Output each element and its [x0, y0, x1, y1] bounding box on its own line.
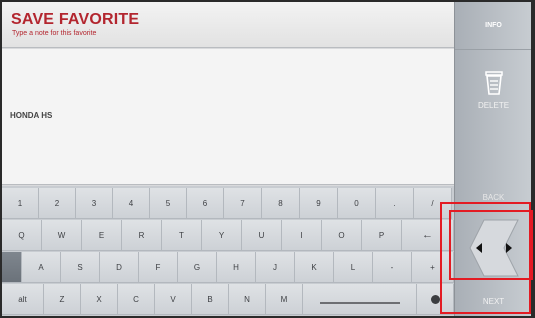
key-m[interactable]: M: [266, 284, 303, 315]
key-e[interactable]: E: [82, 220, 122, 251]
info-label: INFO: [485, 22, 502, 29]
key-q[interactable]: Q: [2, 220, 42, 251]
key-f[interactable]: F: [139, 252, 178, 283]
shift-key[interactable]: [2, 252, 22, 283]
next-button[interactable]: NEXT: [455, 290, 531, 312]
key-k[interactable]: K: [295, 252, 334, 283]
side-panel: INFO DELETE BACK NEXT: [454, 2, 531, 316]
page-subtitle: Type a note for this favorite: [12, 30, 97, 37]
key-9[interactable]: 9: [300, 188, 338, 219]
key-8[interactable]: 8: [262, 188, 300, 219]
key-r[interactable]: R: [122, 220, 162, 251]
key-0[interactable]: 0: [338, 188, 376, 219]
trash-icon: [483, 70, 505, 98]
alt-key[interactable]: alt: [2, 284, 44, 315]
key-t[interactable]: T: [162, 220, 202, 251]
symbol-key[interactable]: [417, 284, 454, 315]
delete-label: DELETE: [477, 101, 510, 110]
key-5[interactable]: 5: [150, 188, 187, 219]
key-4[interactable]: 4: [113, 188, 150, 219]
info-button[interactable]: INFO: [455, 2, 531, 50]
on-screen-keyboard: 1 2 3 4 5 6 7 8 9 0 . / Q W E R T Y U I …: [2, 186, 454, 316]
key-i[interactable]: I: [282, 220, 322, 251]
back-label: BACK: [482, 192, 505, 202]
key-x[interactable]: X: [81, 284, 118, 315]
key-slash[interactable]: /: [414, 188, 452, 219]
note-text: HONDA HS: [10, 111, 53, 120]
key-6[interactable]: 6: [187, 188, 224, 219]
key-j[interactable]: J: [256, 252, 295, 283]
keyboard-row-zxcv: alt Z X C V B N M: [2, 284, 454, 315]
key-plus[interactable]: +: [412, 252, 454, 283]
key-d[interactable]: D: [100, 252, 139, 283]
keyboard-row-asdf: A S D F G H J K L - +: [2, 252, 454, 283]
circle-icon: [430, 294, 440, 304]
key-n[interactable]: N: [229, 284, 266, 315]
space-bar-icon: [319, 302, 400, 304]
key-h[interactable]: H: [217, 252, 256, 283]
left-right-arrows-icon: [466, 218, 522, 278]
key-2[interactable]: 2: [39, 188, 76, 219]
key-y[interactable]: Y: [202, 220, 242, 251]
cursor-nav-button[interactable]: [455, 214, 531, 282]
key-b[interactable]: B: [192, 284, 229, 315]
key-g[interactable]: G: [178, 252, 217, 283]
key-a[interactable]: A: [22, 252, 61, 283]
back-button[interactable]: BACK: [455, 188, 531, 206]
key-p[interactable]: P: [362, 220, 402, 251]
header: SAVE FAVORITE Type a note for this favor…: [2, 2, 454, 48]
key-minus[interactable]: -: [373, 252, 412, 283]
space-key[interactable]: [303, 284, 417, 315]
note-textarea[interactable]: HONDA HS: [2, 49, 454, 185]
key-7[interactable]: 7: [224, 188, 262, 219]
key-o[interactable]: O: [322, 220, 362, 251]
page-title: SAVE FAVORITE: [11, 11, 140, 28]
key-s[interactable]: S: [61, 252, 100, 283]
keyboard-row-numbers: 1 2 3 4 5 6 7 8 9 0 . /: [2, 188, 454, 219]
key-1[interactable]: 1: [2, 188, 39, 219]
key-u[interactable]: U: [242, 220, 282, 251]
backspace-key[interactable]: ←: [402, 220, 454, 251]
screen: SAVE FAVORITE Type a note for this favor…: [2, 2, 531, 316]
key-c[interactable]: C: [118, 284, 155, 315]
key-period[interactable]: .: [376, 188, 414, 219]
key-3[interactable]: 3: [76, 188, 113, 219]
next-label: NEXT: [482, 296, 505, 306]
key-z[interactable]: Z: [44, 284, 81, 315]
key-w[interactable]: W: [42, 220, 82, 251]
key-l[interactable]: L: [334, 252, 373, 283]
keyboard-row-qwerty: Q W E R T Y U I O P ←: [2, 220, 454, 251]
key-v[interactable]: V: [155, 284, 192, 315]
delete-button[interactable]: DELETE: [455, 60, 531, 120]
